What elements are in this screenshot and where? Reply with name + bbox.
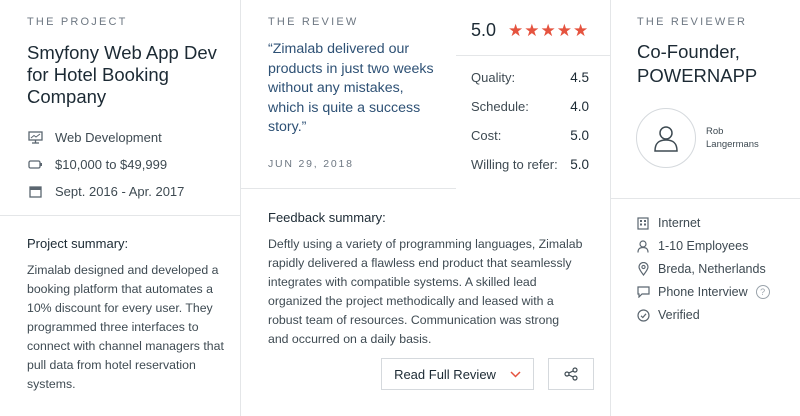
project-meta-service: Web Development bbox=[27, 124, 240, 151]
feedback-summary-label: Feedback summary: bbox=[268, 210, 386, 225]
score-value: 5.0 bbox=[570, 157, 589, 172]
project-summary-text: Zimalab designed and developed a booking… bbox=[27, 263, 224, 391]
score-value: 4.0 bbox=[570, 99, 589, 114]
review-quote: “Zimalab delivered our products in just … bbox=[268, 41, 434, 135]
project-divider bbox=[0, 215, 240, 216]
review-eyebrow: THE REVIEW bbox=[268, 16, 359, 28]
read-full-review-button[interactable]: Read Full Review bbox=[381, 358, 534, 390]
user-icon bbox=[636, 239, 650, 253]
project-service-text: Web Development bbox=[55, 130, 162, 145]
help-icon[interactable]: ? bbox=[755, 285, 770, 299]
review-date: JUN 29, 2018 bbox=[268, 157, 354, 170]
reviewer-industry-text: Internet bbox=[658, 216, 701, 230]
score-value: 4.5 bbox=[570, 70, 589, 85]
reviewer-divider bbox=[610, 198, 800, 199]
review-divider bbox=[241, 188, 456, 189]
calendar-icon bbox=[27, 184, 43, 200]
reviewer-interview-type: Phone Interview ? bbox=[636, 285, 770, 299]
reviewer-name-last: Langermans bbox=[706, 139, 759, 150]
chat-bubble-icon bbox=[636, 285, 650, 299]
review-column: THE REVIEW “Zimalab delivered our produc… bbox=[240, 0, 611, 416]
score-row-schedule: Schedule: 4.0 bbox=[471, 99, 589, 114]
reviewer-industry: Internet bbox=[636, 216, 700, 230]
project-meta-budget: $10,000 to $49,999 bbox=[27, 151, 240, 178]
score-row-cost: Cost: 5.0 bbox=[471, 128, 589, 143]
check-circle-icon bbox=[636, 308, 650, 322]
avatar bbox=[636, 108, 696, 168]
star-icon: ★ bbox=[508, 20, 524, 40]
building-icon bbox=[636, 216, 650, 230]
share-icon bbox=[564, 367, 578, 381]
star-icon: ★ bbox=[540, 20, 556, 40]
score-row-refer: Willing to refer: 5.0 bbox=[471, 157, 589, 172]
star-icon: ★ bbox=[524, 20, 540, 40]
project-eyebrow: THE PROJECT bbox=[27, 16, 128, 28]
read-full-review-label: Read Full Review bbox=[394, 366, 496, 382]
reviewer-details: Rob Langermans Internet 1-10 Employees B… bbox=[610, 0, 800, 416]
reviewer-verified: Verified bbox=[636, 308, 700, 322]
project-title: Smyfony Web App Dev for Hotel Booking Co… bbox=[27, 42, 217, 107]
score-divider bbox=[456, 55, 611, 56]
overall-rating: 5.0 ★ ★ ★ ★ ★ bbox=[471, 20, 589, 41]
reviewer-location: Breda, Netherlands bbox=[636, 262, 766, 276]
project-budget-text: $10,000 to $49,999 bbox=[55, 157, 168, 172]
score-row-quality: Quality: 4.5 bbox=[471, 70, 589, 85]
score-label: Cost: bbox=[471, 128, 502, 143]
reviewer-name-first: Rob bbox=[706, 126, 724, 137]
overall-score: 5.0 bbox=[471, 20, 497, 40]
price-tag-icon bbox=[27, 157, 43, 173]
score-label: Quality: bbox=[471, 70, 516, 85]
project-dates-text: Sept. 2016 - Apr. 2017 bbox=[55, 184, 185, 199]
location-pin-icon bbox=[636, 262, 650, 276]
score-label: Willing to refer: bbox=[471, 157, 558, 172]
score-label: Schedule: bbox=[471, 99, 529, 114]
project-summary-label: Project summary: bbox=[27, 236, 129, 251]
reviewer-company-size: 1-10 Employees bbox=[636, 239, 748, 253]
star-icon: ★ bbox=[556, 20, 573, 40]
user-avatar-icon bbox=[653, 124, 679, 152]
chevron-down-icon bbox=[510, 370, 521, 378]
reviewer-company-size-text: 1-10 Employees bbox=[658, 239, 749, 253]
star-icon: ★ bbox=[573, 20, 589, 40]
share-button[interactable] bbox=[548, 358, 594, 390]
score-value: 5.0 bbox=[570, 128, 589, 143]
reviewer-verified-text: Verified bbox=[658, 308, 700, 322]
project-column: THE PROJECT Smyfony Web App Dev for Hote… bbox=[0, 0, 240, 416]
feedback-summary-text: Deftly using a variety of programming la… bbox=[268, 237, 583, 346]
project-meta-dates: Sept. 2016 - Apr. 2017 bbox=[27, 178, 240, 205]
reviewer-name: Rob Langermans bbox=[706, 125, 759, 151]
monitor-icon bbox=[27, 130, 43, 146]
reviewer-location-text: Breda, Netherlands bbox=[658, 262, 766, 276]
reviewer-interview-text: Phone Interview bbox=[658, 285, 748, 299]
